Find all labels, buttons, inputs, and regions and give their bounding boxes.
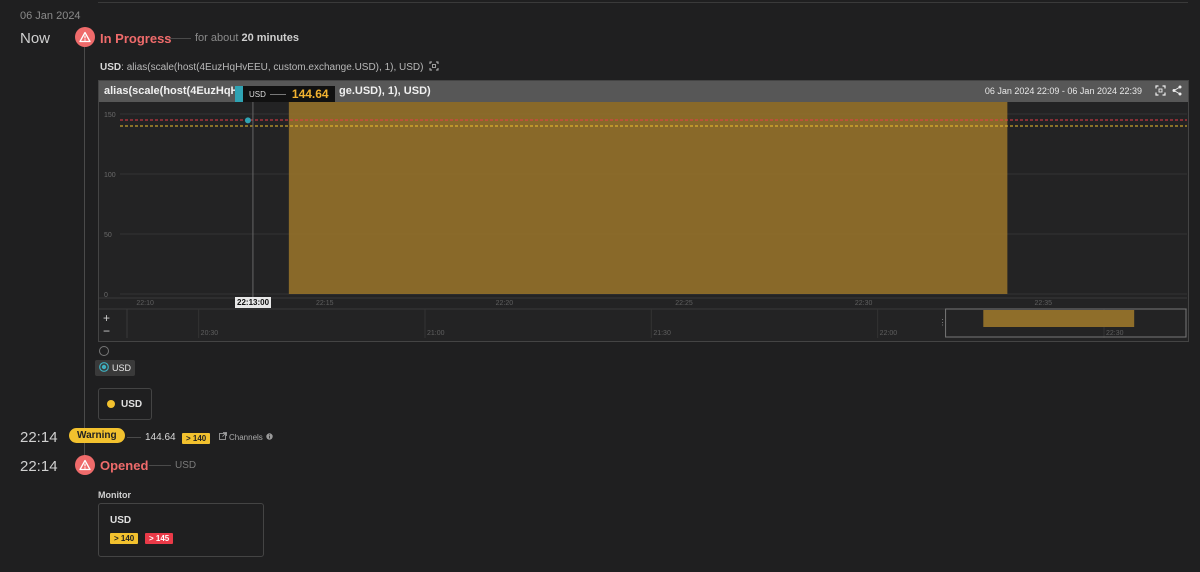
hover-time-label: 22:13:00 <box>235 297 272 308</box>
chart-title-left: alias(scale(host(4EuzHqH <box>104 85 239 97</box>
x-tick-label: 22:10 <box>136 300 154 307</box>
opened-target: USD <box>175 460 197 471</box>
tooltip-value: 144.64 <box>291 87 329 101</box>
warning-badge: Warning <box>69 428 125 443</box>
legend-label: USD <box>121 398 143 410</box>
expand-icon[interactable] <box>429 61 439 74</box>
tooltip-series-label: USD <box>249 89 266 99</box>
info-icon <box>266 432 273 442</box>
series-area-usd <box>288 102 1008 294</box>
event-time-now: Now <box>20 30 51 47</box>
external-link-icon <box>219 432 227 442</box>
legend-usd[interactable]: USD <box>98 388 152 420</box>
timeline-line <box>84 46 85 466</box>
monitor-threshold-critical: > 145 <box>145 533 174 544</box>
series-selector-usd[interactable]: USD <box>95 360 136 376</box>
warning-value: 144.64 <box>145 432 176 443</box>
hover-point <box>244 117 251 124</box>
alert-icon <box>75 27 95 47</box>
x-tick-label: 22:25 <box>675 300 693 307</box>
chart-title-right: ge.USD), 1), USD) <box>339 85 431 97</box>
event-time-warning: 22:14 <box>20 429 58 446</box>
navigator-tick-label: 22:00 <box>880 330 898 337</box>
fullscreen-icon[interactable] <box>1155 85 1166 99</box>
status-opened: Opened <box>100 458 149 473</box>
connector <box>127 437 141 438</box>
top-divider <box>98 2 1188 3</box>
x-tick-label: 22:35 <box>1035 300 1053 307</box>
alert-icon <box>75 455 95 475</box>
x-tick-label: 22:20 <box>496 300 514 307</box>
query-expression: alias(scale(host(4EuzHqHvEEU, custom.exc… <box>126 62 424 74</box>
navigator-drag-handle-icon[interactable]: ⋮ <box>939 318 947 327</box>
navigator-tick-label: 21:30 <box>653 330 671 337</box>
radio-selected-icon <box>99 361 109 375</box>
channels-label: Channels <box>229 432 263 442</box>
navigator-drag-handle-icon[interactable]: ⋮ <box>1185 318 1187 327</box>
y-tick-label: 50 <box>104 232 112 239</box>
query-label: USD <box>100 62 122 74</box>
warning-threshold-badge: > 140 <box>182 433 211 444</box>
monitor-threshold-warning: > 140 <box>110 533 139 544</box>
duration-text: for about 20 minutes <box>195 32 299 44</box>
x-tick-label: 22:15 <box>316 300 334 307</box>
monitor-heading: Monitor <box>98 490 131 500</box>
navigator-tick-label: 21:00 <box>427 330 445 337</box>
x-tick-label: 22:30 <box>855 300 873 307</box>
event-time-opened: 22:14 <box>20 458 58 475</box>
series-selector-label: USD <box>112 363 132 373</box>
y-tick-label: 0 <box>104 292 108 299</box>
radio-empty-icon[interactable] <box>99 346 109 356</box>
y-tick-label: 100 <box>104 172 116 179</box>
tooltip-swatch <box>235 86 243 102</box>
tooltip-connector <box>269 93 286 95</box>
zoom-out-button[interactable]: − <box>103 324 110 338</box>
navigator-tick-label: 22:30 <box>1106 330 1124 337</box>
navigator-tick-label: 20:30 <box>201 330 219 337</box>
share-icon[interactable] <box>1172 85 1182 99</box>
date-header: 06 Jan 2024 <box>20 10 81 22</box>
duration-value: 20 minutes <box>241 32 299 44</box>
channels-link[interactable]: Channels <box>219 432 273 442</box>
status-in-progress: In Progress <box>100 31 172 46</box>
zoom-in-button[interactable]: + <box>103 311 110 325</box>
duration-prefix: for about <box>195 32 239 44</box>
monitor-card[interactable]: USD > 140 > 145 <box>98 503 264 557</box>
query-line: USD: alias(scale(host(4EuzHqHvEEU, custo… <box>100 61 439 74</box>
navigator-series-usd <box>983 310 1135 327</box>
chart-tooltip: USD 144.64 <box>235 86 335 102</box>
monitor-name: USD <box>110 515 132 526</box>
chart-time-range: 06 Jan 2024 22:09 - 06 Jan 2024 22:39 <box>984 86 1142 96</box>
connector <box>169 38 191 39</box>
connector <box>149 465 171 466</box>
legend-dot-icon <box>107 400 115 408</box>
y-tick-label: 150 <box>104 112 116 119</box>
